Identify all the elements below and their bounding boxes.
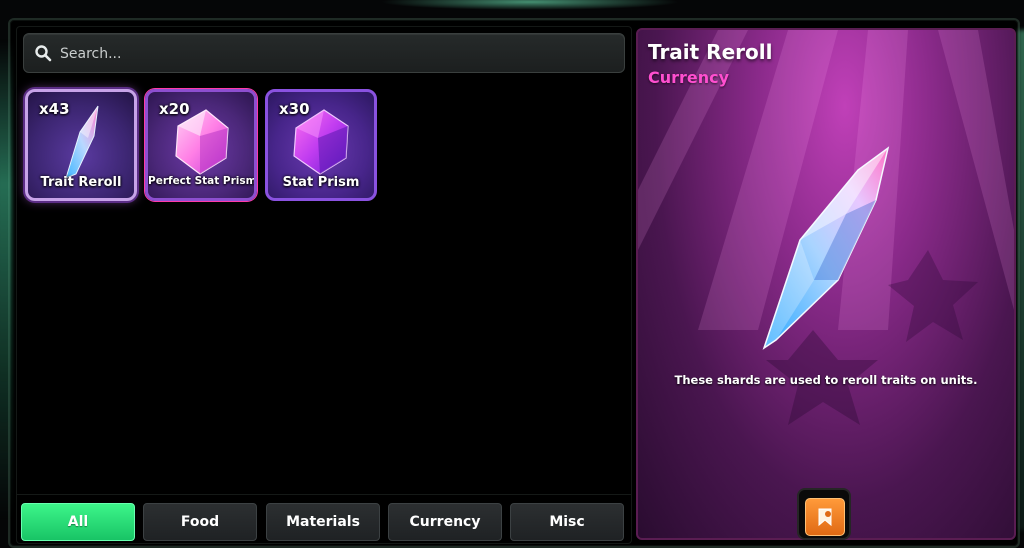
action-slot [797, 488, 851, 540]
tab-label: All [67, 514, 89, 530]
item-detail-panel: Trait Reroll Currency These shards are u… [636, 28, 1016, 540]
tab-label: Misc [549, 514, 585, 530]
detail-description: These shards are used to reroll traits o… [674, 373, 978, 387]
tab-all[interactable]: All [21, 503, 135, 541]
item-grid: x43 Trait Reroll x20 Perfect Stat Prism [25, 89, 377, 201]
top-glow-decoration [380, 0, 680, 10]
item-quantity: x43 [39, 100, 70, 118]
tab-materials[interactable]: Materials [266, 503, 380, 541]
search-icon [35, 45, 52, 62]
item-slot-perfect-stat-prism[interactable]: x20 Perfect Stat Prism [145, 89, 257, 201]
bookmark-icon [818, 508, 832, 527]
item-slot-trait-reroll[interactable]: x43 Trait Reroll [25, 89, 137, 201]
tab-misc[interactable]: Misc [510, 503, 624, 541]
crystal-shard-icon [762, 146, 890, 350]
inventory-panel: x43 Trait Reroll x20 Perfect Stat Prism [16, 26, 632, 544]
item-name: Stat Prism [282, 175, 360, 190]
tab-currency[interactable]: Currency [388, 503, 502, 541]
tab-label: Food [180, 514, 220, 530]
tab-food[interactable]: Food [143, 503, 257, 541]
search-input[interactable] [58, 42, 602, 66]
left-glow-decoration [0, 40, 12, 520]
category-tab-bar: All Food Materials Currency Misc [17, 494, 631, 543]
item-quantity: x30 [279, 100, 310, 118]
item-name: Perfect Stat Prism [148, 175, 257, 187]
detail-category: Currency [648, 68, 730, 87]
detail-title: Trait Reroll [648, 40, 773, 64]
tab-label: Currency [409, 514, 481, 530]
item-slot-stat-prism[interactable]: x30 Stat Prism [265, 89, 377, 201]
bookmark-button[interactable] [805, 498, 845, 536]
search-bar[interactable] [23, 33, 625, 73]
item-quantity: x20 [159, 100, 190, 118]
tab-label: Materials [286, 514, 360, 530]
right-glow-decoration [1018, 30, 1024, 530]
item-name: Trait Reroll [40, 175, 122, 190]
